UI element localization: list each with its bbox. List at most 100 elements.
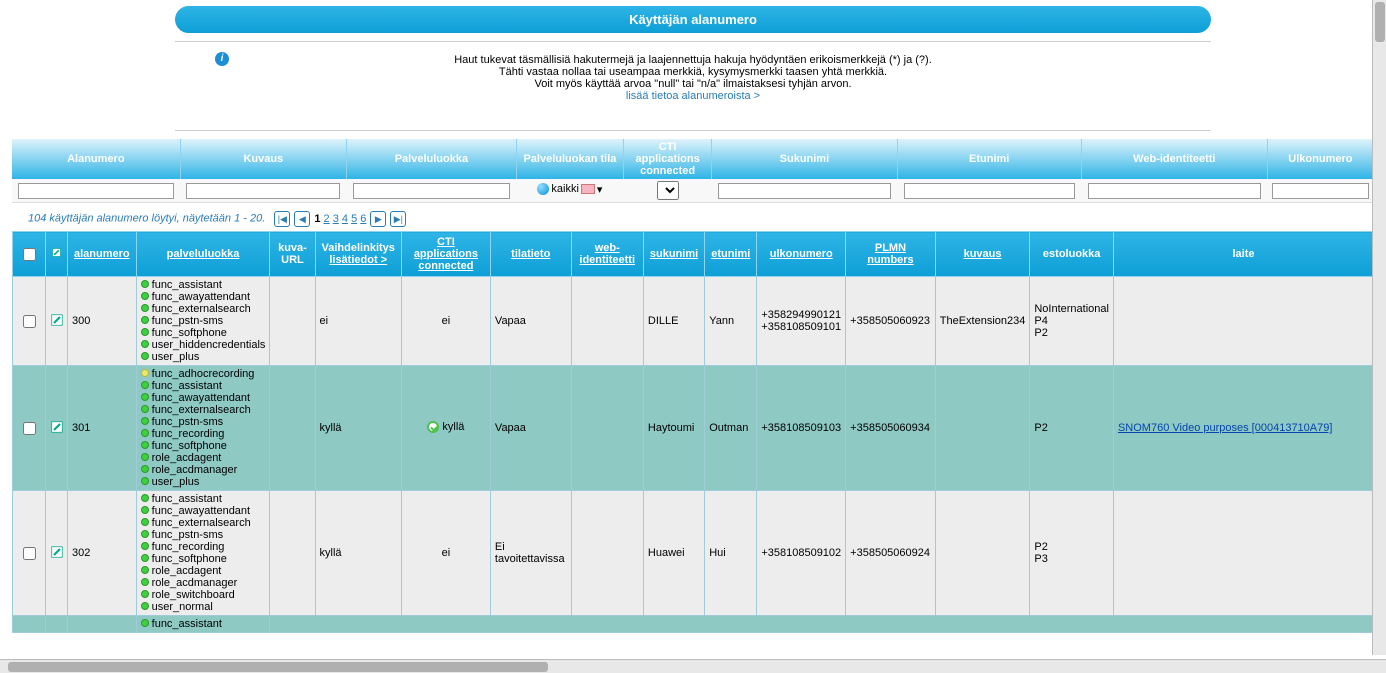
pager-page-2[interactable]: 2 — [324, 213, 330, 225]
vertical-scrollbar[interactable] — [1372, 0, 1386, 655]
filter-select-cti[interactable] — [657, 181, 679, 200]
pager-page-6[interactable]: 6 — [360, 213, 366, 225]
edit-header — [46, 232, 68, 277]
row-checkbox[interactable] — [23, 315, 36, 328]
device-link[interactable]: SNOM760 Video purposes [000413710A79] — [1118, 422, 1332, 434]
page-title: Käyttäjän alanumero — [175, 6, 1211, 33]
cell-palveluluokka: func_assistantfunc_awayattendantfunc_ext… — [136, 491, 270, 616]
filter-input-sukunimi[interactable] — [718, 183, 890, 199]
filter-input-alanumero[interactable] — [18, 183, 174, 199]
info-icon: i — [215, 52, 229, 66]
pager-next-button[interactable]: ▶ — [370, 211, 386, 227]
filter-header-etunimi[interactable]: Etunimi — [897, 139, 1081, 179]
cell-kuvaus: TheExtension234 — [935, 277, 1030, 366]
cell-palveluluokka: func_adhocrecordingfunc_assistantfunc_aw… — [136, 366, 270, 491]
help-link[interactable]: lisää tietoa alanumeroista > — [626, 90, 760, 102]
row-checkbox[interactable] — [23, 547, 36, 560]
cell-cti: ei — [401, 491, 490, 616]
cell-ulko: +358108509103 — [757, 366, 846, 491]
filter-input-kuvaus[interactable] — [186, 183, 340, 199]
pager-first-button[interactable]: |◀ — [274, 211, 290, 227]
filter-header-kuvaus[interactable]: Kuvaus — [180, 139, 346, 179]
status-dot-icon — [141, 441, 149, 449]
col-cti[interactable]: CTI applications connected — [414, 236, 478, 272]
edit-button[interactable] — [46, 366, 68, 491]
filter-input-etunimi[interactable] — [904, 183, 1075, 199]
filter-input-web[interactable] — [1088, 183, 1261, 199]
col-palveluluokka[interactable]: palveluluokka — [167, 248, 240, 260]
cell-kuva — [270, 366, 315, 491]
col-esto: estoluokka — [1043, 248, 1100, 260]
filter-header-ulko[interactable]: Ulkonumero — [1267, 139, 1373, 179]
result-summary: 104 käyttäjän alanumero löytyi, näytetää… — [28, 213, 265, 225]
eraser-icon[interactable] — [581, 184, 595, 194]
status-dot-icon — [141, 465, 149, 473]
pager: |◀ ◀ 1 2 3 4 5 6 ▶ ▶| — [274, 211, 406, 227]
pager-page-5[interactable]: 5 — [351, 213, 357, 225]
status-dot-icon — [141, 530, 149, 538]
status-dot-icon — [141, 566, 149, 574]
col-plmn[interactable]: PLMN numbers — [867, 242, 913, 266]
col-alanumero[interactable]: alanumero — [74, 248, 130, 260]
col-web[interactable]: web-identiteetti — [579, 242, 635, 266]
status-dot-icon — [141, 518, 149, 526]
col-sukunimi[interactable]: sukunimi — [650, 248, 698, 260]
cell-tila: Vapaa — [490, 366, 571, 491]
cell-laite — [1113, 277, 1373, 366]
cell-ulko: +358294990121+358108509101 — [757, 277, 846, 366]
cell-vaihde: kyllä — [315, 366, 401, 491]
filter-header-sukunimi[interactable]: Sukunimi — [712, 139, 897, 179]
cell-plmn: +358505060924 — [846, 491, 936, 616]
results-table: alanumero palveluluokka kuva-URL Vaihdel… — [12, 231, 1374, 633]
select-all-checkbox[interactable] — [23, 248, 36, 261]
col-vaihde-link[interactable]: lisätiedot > — [329, 254, 387, 266]
filter-header-palveluluokka[interactable]: Palveluluokka — [346, 139, 516, 179]
table-row: 301func_adhocrecordingfunc_assistantfunc… — [13, 366, 1374, 491]
filter-tila-select[interactable]: kaikki ▾ — [537, 183, 602, 196]
help-block: i Haut tukevat täsmällisiä hakutermejä j… — [175, 50, 1211, 122]
edit-button[interactable] — [46, 277, 68, 366]
cell-web — [571, 491, 643, 616]
filter-header-cti[interactable]: CTI applications connected — [624, 139, 712, 179]
status-dot-icon — [141, 417, 149, 425]
cell-vaihde: kyllä — [315, 491, 401, 616]
globe-icon — [537, 183, 549, 195]
status-dot-icon — [141, 602, 149, 610]
cell-palveluluokka: func_assistantfunc_awayattendantfunc_ext… — [136, 277, 270, 366]
table-row: 302func_assistantfunc_awayattendantfunc_… — [13, 491, 1374, 616]
row-checkbox[interactable] — [23, 422, 36, 435]
filter-header-tila[interactable]: Palveluluokan tila — [516, 139, 623, 179]
col-kuvaus[interactable]: kuvaus — [964, 248, 1002, 260]
help-line: Tähti vastaa nollaa tai useampaa merkkiä… — [175, 66, 1211, 78]
pager-page-1[interactable]: 1 — [314, 213, 320, 225]
status-dot-icon — [141, 292, 149, 300]
pager-page-3[interactable]: 3 — [333, 213, 339, 225]
pager-page-4[interactable]: 4 — [342, 213, 348, 225]
cell-web — [571, 277, 643, 366]
col-tilatieto[interactable]: tilatieto — [511, 248, 550, 260]
edit-button[interactable] — [46, 491, 68, 616]
cell-alanumero: 301 — [68, 366, 137, 491]
check-icon — [427, 421, 439, 433]
help-line: Haut tukevat täsmällisiä hakutermejä ja … — [175, 54, 1211, 66]
filter-header-web[interactable]: Web-identiteetti — [1081, 139, 1267, 179]
status-dot-icon — [141, 494, 149, 502]
cell-vaihde: ei — [315, 277, 401, 366]
col-ulko[interactable]: ulkonumero — [770, 248, 833, 260]
status-dot-icon — [141, 542, 149, 550]
filter-header-alanumero[interactable]: Alanumero — [12, 139, 180, 179]
help-line: Voit myös käyttää arvoa "null" tai "n/a"… — [175, 78, 1211, 90]
filter-input-ulko[interactable] — [1272, 183, 1369, 199]
pager-prev-button[interactable]: ◀ — [294, 211, 310, 227]
col-kuva: kuva-URL — [278, 242, 307, 266]
status-dot-icon — [141, 393, 149, 401]
table-row: 300func_assistantfunc_awayattendantfunc_… — [13, 277, 1374, 366]
filter-bar: Alanumero Kuvaus Palveluluokka Palvelulu… — [12, 139, 1374, 203]
status-dot-icon — [141, 453, 149, 461]
horizontal-scrollbar[interactable] — [0, 659, 1386, 673]
col-etunimi[interactable]: etunimi — [711, 248, 750, 260]
filter-input-palveluluokka[interactable] — [353, 183, 511, 199]
cell-kuvaus — [935, 366, 1030, 491]
pager-last-button[interactable]: ▶| — [390, 211, 406, 227]
chevron-down-icon[interactable]: ▾ — [597, 183, 603, 196]
